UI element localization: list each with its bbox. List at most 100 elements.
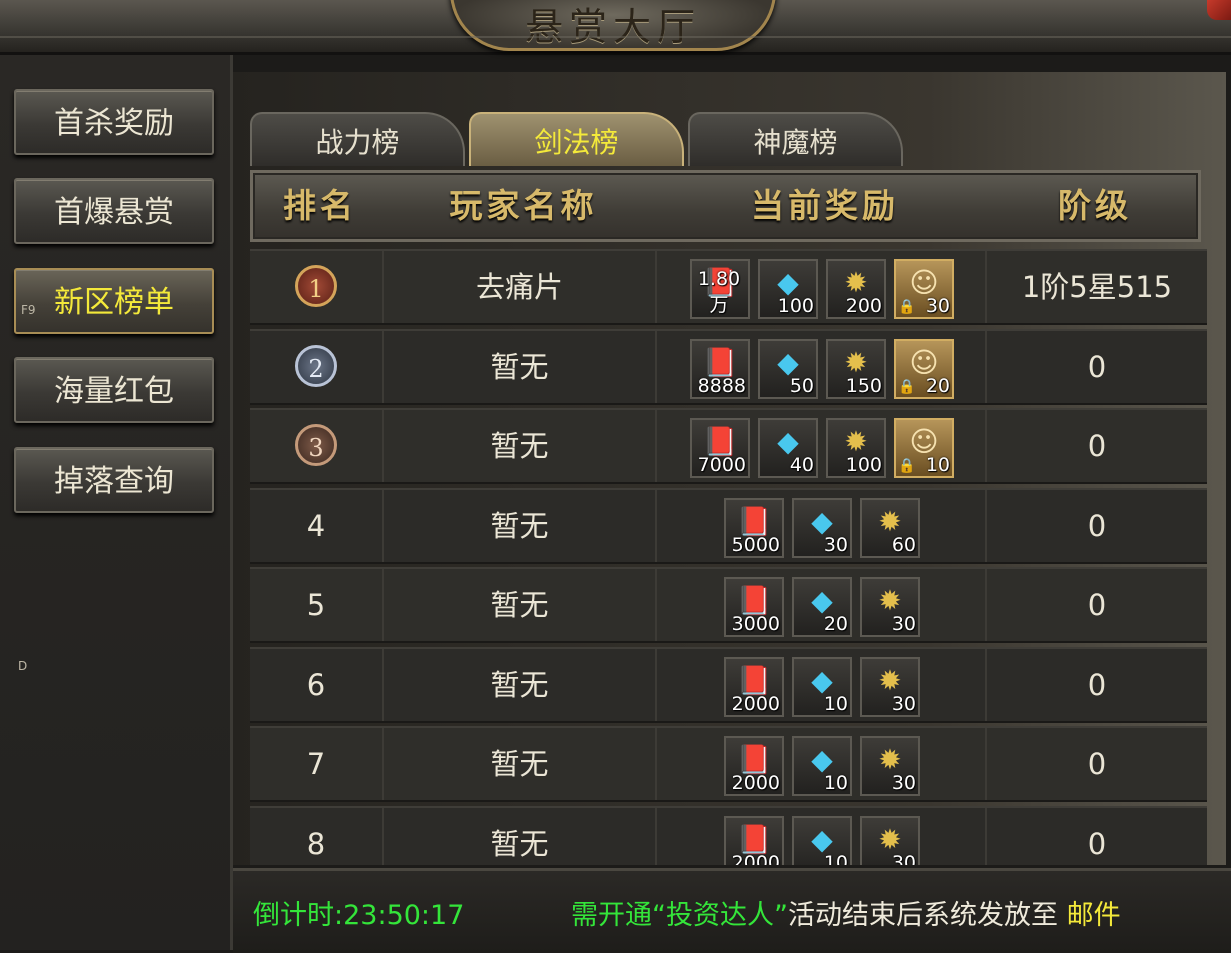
item-quantity: 100 — [845, 454, 882, 476]
gear-medal-icon[interactable]: ✹ 60 — [860, 497, 920, 558]
footer-bar: 倒计时:23:50:17 需开通“投资达人”活动结束后系统发放至 邮件 — [233, 868, 1231, 953]
reward-notice: 需开通“投资达人”活动结束后系统发放至 邮件 — [571, 893, 1121, 932]
crystal-icon[interactable]: ◆ 100 — [758, 259, 818, 319]
lock-icon: 🔒 — [898, 458, 916, 474]
crystal-icon[interactable]: ◆ 20 — [792, 577, 852, 637]
table-row[interactable]: 4 暂无 📕 5000 ◆ 30 ✹ 60 0 — [250, 487, 1207, 564]
gold-book-icon[interactable]: 📕 2000 — [724, 656, 784, 717]
gear-medal-icon[interactable]: ✹ 30 — [860, 656, 920, 717]
sidebar-item-label: 新区榜单 — [54, 285, 174, 320]
tier-cell: 0 — [1087, 508, 1107, 543]
tier-cell: 0 — [1087, 667, 1107, 702]
item-quantity: 10 — [823, 692, 848, 715]
gold-book-icon[interactable]: 📕 2000 — [724, 736, 784, 796]
tier-cell: 0 — [1087, 826, 1107, 861]
title-bar: 悬赏大厅 — [0, 0, 1231, 55]
item-quantity: 150 — [845, 374, 882, 397]
item-quantity: 50 — [789, 374, 814, 397]
item-quantity: 30 — [891, 692, 916, 715]
gear-medal-icon[interactable]: ✹ 150 — [826, 338, 886, 399]
reward-cell: 📕 7000 ◆ 40 ✹ 100 ☺ 🔒 10 — [657, 410, 987, 482]
reward-cell: 📕 1.80万 ◆ 100 ✹ 200 ☺ 🔒 30 — [657, 251, 987, 323]
countdown: 倒计时:23:50:17 — [253, 893, 464, 932]
table-row[interactable]: 5 暂无 📕 3000 ◆ 20 ✹ 30 0 — [250, 567, 1207, 643]
tab-god-demon[interactable]: 神魔榜 — [688, 112, 903, 166]
gold-book-icon[interactable]: 📕 5000 — [724, 497, 784, 558]
sidebar-item-first-kill[interactable]: 首杀奖励 — [14, 89, 214, 155]
table-row[interactable]: 6 暂无 📕 2000 ◆ 10 ✹ 30 0 — [250, 646, 1207, 723]
item-quantity: 100 — [777, 295, 814, 317]
rank-cell: 5 — [250, 569, 384, 641]
title-plate: 悬赏大厅 — [450, 0, 776, 51]
item-quantity: 2000 — [731, 772, 780, 794]
table-row[interactable]: 3 暂无 📕 7000 ◆ 40 ✹ 100 ☺ 🔒 10 0 — [250, 408, 1207, 484]
reward-cell: 📕 5000 ◆ 30 ✹ 60 — [657, 489, 987, 562]
notice-text: 活动结束后系统发放至 — [787, 900, 1058, 931]
hotkey-label: D — [18, 659, 28, 673]
gear-medal-icon[interactable]: ✹ 30 — [860, 736, 920, 796]
gear-medal-icon[interactable]: ✹ 200 — [826, 259, 886, 319]
player-name: 暂无 — [384, 410, 657, 482]
reward-cell: 📕 8888 ◆ 50 ✹ 150 ☺ 🔒 20 — [657, 330, 987, 403]
header-reward: 当前奖励 — [751, 186, 899, 225]
tab-sword-skill[interactable]: 剑法榜 — [469, 112, 684, 166]
player-name: 暂无 — [384, 728, 657, 800]
crystal-icon[interactable]: ◆ 10 — [792, 656, 852, 717]
ranking-table-body[interactable]: 1 去痛片 📕 1.80万 ◆ 100 ✹ 200 ☺ 🔒 30 1阶5星515 2 暂无 📕 8888 ◆ 50… — [250, 249, 1207, 865]
rank-medal-icon: 2 — [295, 344, 337, 387]
reward-cell: 📕 2000 ◆ 10 ✹ 30 — [657, 728, 987, 800]
lock-icon: 🔒 — [898, 378, 916, 395]
table-row[interactable]: 2 暂无 📕 8888 ◆ 50 ✹ 150 ☺ 🔒 20 0 — [250, 328, 1207, 405]
gold-book-icon[interactable]: 📕 2000 — [724, 815, 784, 866]
gear-medal-icon[interactable]: ✹ 100 — [826, 418, 886, 478]
rank-cell: 2 — [250, 330, 384, 403]
header-player: 玩家名称 — [449, 186, 598, 225]
table-row[interactable]: 7 暂无 📕 2000 ◆ 10 ✹ 30 0 — [250, 726, 1207, 802]
sidebar-item-red-packets[interactable]: 海量红包 — [14, 357, 214, 423]
item-quantity: 40 — [789, 454, 814, 476]
crystal-icon[interactable]: ◆ 10 — [792, 736, 852, 796]
ranking-panel: 战力榜 剑法榜 神魔榜 排名 玩家名称 当前奖励 阶级 1 去痛片 📕 1.80万 ◆ 1… — [233, 72, 1226, 865]
hero-portrait-icon[interactable]: ☺ 🔒 10 — [894, 418, 954, 478]
tier-cell: 0 — [1087, 429, 1107, 463]
crystal-icon[interactable]: ◆ 40 — [758, 418, 818, 478]
sidebar-item-first-drop[interactable]: 首爆悬赏 — [14, 178, 214, 244]
table-header: 排名 玩家名称 当前奖励 阶级 — [250, 170, 1201, 242]
hero-portrait-icon[interactable]: ☺ 🔒 20 — [894, 338, 954, 399]
rank-cell: 7 — [250, 728, 384, 800]
hero-portrait-icon[interactable]: ☺ 🔒 30 — [894, 259, 954, 319]
close-icon[interactable] — [1207, 0, 1231, 20]
sidebar-item-new-server-ranking[interactable]: 新区榜单 — [14, 268, 214, 334]
rank-cell: 8 — [250, 807, 384, 865]
gold-book-icon[interactable]: 📕 7000 — [690, 418, 750, 478]
gear-medal-icon[interactable]: ✹ 30 — [860, 577, 920, 637]
crystal-icon[interactable]: ◆ 50 — [758, 338, 818, 399]
table-row[interactable]: 1 去痛片 📕 1.80万 ◆ 100 ✹ 200 ☺ 🔒 30 1阶5星515 — [250, 249, 1207, 325]
countdown-label: 倒计时: — [253, 900, 344, 931]
item-quantity: 10 — [823, 851, 848, 866]
tab-label: 神魔榜 — [753, 126, 838, 159]
gold-book-icon[interactable]: 📕 8888 — [690, 338, 750, 399]
crystal-icon[interactable]: ◆ 10 — [792, 815, 852, 866]
gold-book-icon[interactable]: 📕 3000 — [724, 577, 784, 637]
player-name: 去痛片 — [384, 251, 657, 323]
sidebar: 首杀奖励 首爆悬赏 新区榜单 F9 海量红包 掉落查询 D — [0, 55, 233, 950]
tab-combat-power[interactable]: 战力榜 — [250, 112, 465, 166]
item-quantity: 7000 — [697, 454, 746, 476]
countdown-value: 23:50:17 — [343, 900, 465, 931]
player-name: 暂无 — [384, 569, 657, 641]
gear-medal-icon[interactable]: ✹ 30 — [860, 815, 920, 865]
window-title: 悬赏大厅 — [524, 5, 701, 49]
rank-medal-icon: 1 — [295, 265, 337, 307]
header-tier: 阶级 — [1058, 186, 1132, 225]
player-name: 暂无 — [384, 330, 657, 403]
table-row[interactable]: 8 暂无 📕 2000 ◆ 10 ✹ 30 0 — [250, 805, 1207, 866]
item-quantity: 2000 — [731, 851, 780, 866]
hotkey-label: F9 — [21, 303, 36, 317]
sidebar-item-drop-query[interactable]: 掉落查询 — [14, 447, 214, 513]
mail-link[interactable]: 邮件 — [1067, 900, 1121, 931]
gold-book-icon[interactable]: 📕 1.80万 — [690, 259, 750, 319]
crystal-icon[interactable]: ◆ 30 — [792, 497, 852, 558]
item-quantity: 60 — [891, 533, 916, 556]
reward-cell: 📕 2000 ◆ 10 ✹ 30 — [657, 648, 987, 721]
